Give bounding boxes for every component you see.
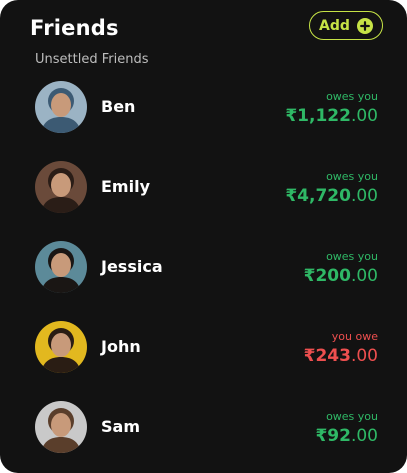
balance-amount: ₹243.00 [304, 345, 378, 367]
balance-amount: ₹92.00 [315, 425, 378, 447]
friends-panel: Friends Add Unsettled Friends Ben owes y… [0, 0, 407, 473]
balance-status: owes you [326, 250, 378, 263]
avatar [35, 401, 87, 453]
amount-whole: 92 [327, 426, 351, 446]
friend-row-sam[interactable]: Sam owes you ₹92.00 [0, 400, 407, 473]
friend-name: Jessica [101, 257, 163, 276]
currency-symbol: ₹ [303, 266, 316, 286]
add-button-label: Add [319, 17, 350, 34]
friend-name: John [101, 337, 141, 356]
balance-status: owes you [326, 90, 378, 103]
friend-list: Ben owes you ₹1,122.00 Emily owes you ₹4… [0, 80, 407, 473]
avatar [35, 241, 87, 293]
friend-name: Emily [101, 177, 150, 196]
amount-whole: 4,720 [297, 186, 351, 206]
friend-row-emily[interactable]: Emily owes you ₹4,720.00 [0, 160, 407, 240]
balance-status: owes you [326, 170, 378, 183]
plus-circle-icon [356, 18, 373, 34]
section-heading: Unsettled Friends [35, 52, 149, 67]
currency-symbol: ₹ [303, 346, 316, 366]
amount-decimal: .00 [350, 266, 378, 286]
avatar [35, 161, 87, 213]
add-friend-button[interactable]: Add [309, 11, 383, 40]
amount-decimal: .00 [350, 106, 378, 126]
balance-amount: ₹4,720.00 [285, 185, 378, 207]
amount-whole: 1,122 [297, 106, 351, 126]
friend-row-jessica[interactable]: Jessica owes you ₹200.00 [0, 240, 407, 320]
header: Friends Add [30, 11, 383, 44]
amount-whole: 243 [315, 346, 351, 366]
page-title: Friends [30, 16, 119, 40]
currency-symbol: ₹ [285, 106, 298, 126]
friend-row-john[interactable]: John you owe ₹243.00 [0, 320, 407, 400]
balance-amount: ₹200.00 [304, 265, 378, 287]
balance-status: owes you [326, 410, 378, 423]
balance-amount: ₹1,122.00 [285, 105, 378, 127]
friend-row-ben[interactable]: Ben owes you ₹1,122.00 [0, 80, 407, 160]
avatar [35, 81, 87, 133]
avatar [35, 321, 87, 373]
amount-decimal: .00 [350, 346, 378, 366]
friend-name: Ben [101, 97, 136, 116]
currency-symbol: ₹ [315, 426, 328, 446]
balance-status: you owe [331, 330, 378, 343]
amount-whole: 200 [315, 266, 351, 286]
currency-symbol: ₹ [285, 186, 298, 206]
friend-name: Sam [101, 417, 140, 436]
amount-decimal: .00 [350, 426, 378, 446]
amount-decimal: .00 [350, 186, 378, 206]
